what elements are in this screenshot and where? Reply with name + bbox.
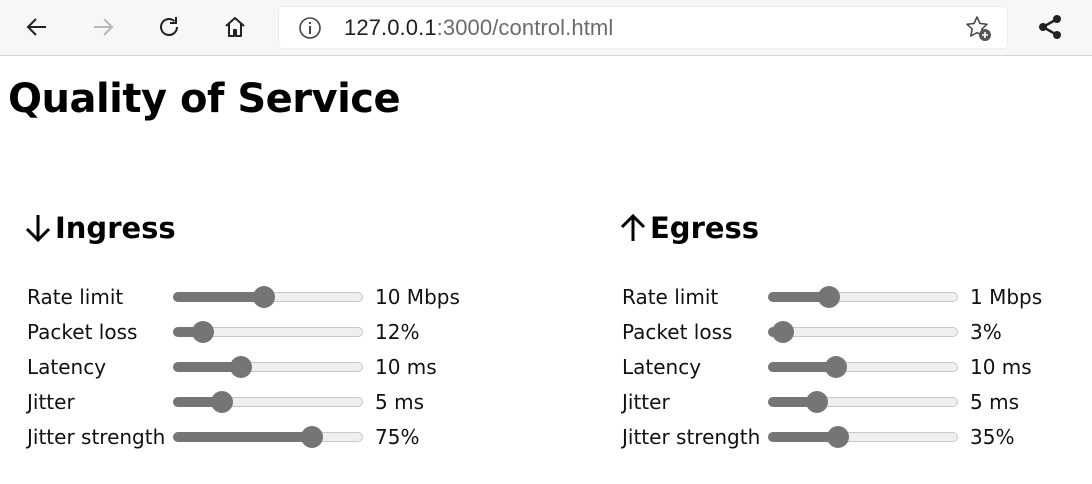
info-icon[interactable] bbox=[298, 16, 322, 40]
ingress-jitter-strength-label: Jitter strength bbox=[27, 425, 166, 449]
ingress-jitter-label: Jitter bbox=[27, 390, 75, 414]
egress-jitter-strength-slider[interactable] bbox=[768, 426, 958, 448]
slider-fill bbox=[173, 432, 318, 442]
ingress-rate-limit-value: 10 Mbps bbox=[375, 285, 460, 309]
egress-latency-slider[interactable] bbox=[768, 356, 958, 378]
egress-rate-limit-value: 1 Mbps bbox=[970, 285, 1043, 309]
egress-packet-loss-value: 3% bbox=[970, 320, 1002, 344]
page-title: Quality of Service bbox=[8, 76, 401, 122]
slider-track[interactable] bbox=[768, 327, 958, 337]
ingress-rate-limit-label: Rate limit bbox=[27, 285, 124, 309]
slider-thumb[interactable] bbox=[806, 391, 828, 413]
add-favorite-icon[interactable] bbox=[964, 14, 994, 44]
egress-packet-loss-label: Packet loss bbox=[622, 320, 733, 344]
ingress-latency-value: 10 ms bbox=[375, 355, 437, 379]
forward-arrow-icon bbox=[94, 18, 114, 36]
back-button[interactable] bbox=[19, 9, 55, 45]
egress-latency-value: 10 ms bbox=[970, 355, 1032, 379]
egress-heading-text: Egress bbox=[650, 211, 760, 245]
ingress-jitter-value: 5 ms bbox=[375, 390, 424, 414]
egress-panel: Egress Rate limit 1 Mbps Packet loss 3% Late… bbox=[619, 206, 1089, 449]
share-icon[interactable] bbox=[1034, 11, 1066, 43]
egress-jitter-strength-row: Jitter strength 35% bbox=[622, 420, 1082, 455]
back-arrow-icon bbox=[26, 18, 46, 36]
egress-rate-limit-row: Rate limit 1 Mbps bbox=[622, 280, 1082, 315]
egress-packet-loss-slider[interactable] bbox=[768, 321, 958, 343]
url-text[interactable]: 127.0.0.1:3000/control.html bbox=[344, 16, 613, 40]
egress-rate-limit-slider[interactable] bbox=[768, 286, 958, 308]
ingress-heading-text: Ingress bbox=[55, 211, 176, 245]
ingress-packet-loss-label: Packet loss bbox=[27, 320, 138, 344]
url-host: 127.0.0.1 bbox=[344, 15, 437, 40]
egress-rate-limit-label: Rate limit bbox=[622, 285, 719, 309]
ingress-packet-loss-slider[interactable] bbox=[173, 321, 363, 343]
slider-thumb[interactable] bbox=[818, 286, 840, 308]
egress-packet-loss-row: Packet loss 3% bbox=[622, 315, 1082, 350]
ingress-jitter-slider[interactable] bbox=[173, 391, 363, 413]
egress-jitter-value: 5 ms bbox=[970, 390, 1019, 414]
ingress-latency-slider[interactable] bbox=[173, 356, 363, 378]
ingress-latency-row: Latency 10 ms bbox=[27, 350, 487, 385]
ingress-packet-loss-row: Packet loss 12% bbox=[27, 315, 487, 350]
ingress-heading: Ingress bbox=[24, 206, 494, 250]
slider-thumb[interactable] bbox=[230, 356, 252, 378]
reload-button[interactable] bbox=[151, 9, 187, 45]
ingress-jitter-strength-row: Jitter strength 75% bbox=[27, 420, 487, 455]
ingress-jitter-strength-value: 75% bbox=[375, 425, 420, 449]
forward-button[interactable] bbox=[85, 9, 121, 45]
slider-thumb[interactable] bbox=[211, 391, 233, 413]
ingress-controls: Rate limit 10 Mbps Packet loss 12% Latency 10… bbox=[27, 280, 487, 455]
home-button[interactable] bbox=[217, 9, 253, 45]
ingress-rate-limit-slider[interactable] bbox=[173, 286, 363, 308]
egress-jitter-row: Jitter 5 ms bbox=[622, 385, 1082, 420]
slider-thumb[interactable] bbox=[192, 321, 214, 343]
slider-thumb[interactable] bbox=[253, 286, 275, 308]
reload-icon bbox=[160, 17, 178, 36]
egress-latency-row: Latency 10 ms bbox=[622, 350, 1082, 385]
ingress-jitter-row: Jitter 5 ms bbox=[27, 385, 487, 420]
ingress-jitter-strength-slider[interactable] bbox=[173, 426, 363, 448]
home-icon bbox=[225, 17, 245, 37]
ingress-packet-loss-value: 12% bbox=[375, 320, 420, 344]
slider-thumb[interactable] bbox=[301, 426, 323, 448]
egress-jitter-strength-label: Jitter strength bbox=[622, 425, 761, 449]
ingress-panel: Ingress Rate limit 10 Mbps Packet loss 12% L… bbox=[24, 206, 494, 449]
egress-controls: Rate limit 1 Mbps Packet loss 3% Latency 10 m… bbox=[622, 280, 1082, 455]
slider-thumb[interactable] bbox=[825, 356, 847, 378]
egress-heading: Egress bbox=[619, 206, 1089, 250]
up-arrow-icon bbox=[620, 213, 646, 241]
browser-toolbar: 127.0.0.1:3000/control.html bbox=[0, 0, 1092, 56]
egress-jitter-strength-value: 35% bbox=[970, 425, 1015, 449]
egress-jitter-label: Jitter bbox=[622, 390, 670, 414]
slider-thumb[interactable] bbox=[772, 321, 794, 343]
down-arrow-icon bbox=[25, 215, 51, 243]
ingress-latency-label: Latency bbox=[27, 355, 107, 379]
ingress-rate-limit-row: Rate limit 10 Mbps bbox=[27, 280, 487, 315]
egress-latency-label: Latency bbox=[622, 355, 702, 379]
egress-jitter-slider[interactable] bbox=[768, 391, 958, 413]
slider-thumb[interactable] bbox=[827, 426, 849, 448]
url-path: :3000/control.html bbox=[436, 15, 614, 40]
address-bar[interactable]: 127.0.0.1:3000/control.html bbox=[278, 6, 1008, 49]
